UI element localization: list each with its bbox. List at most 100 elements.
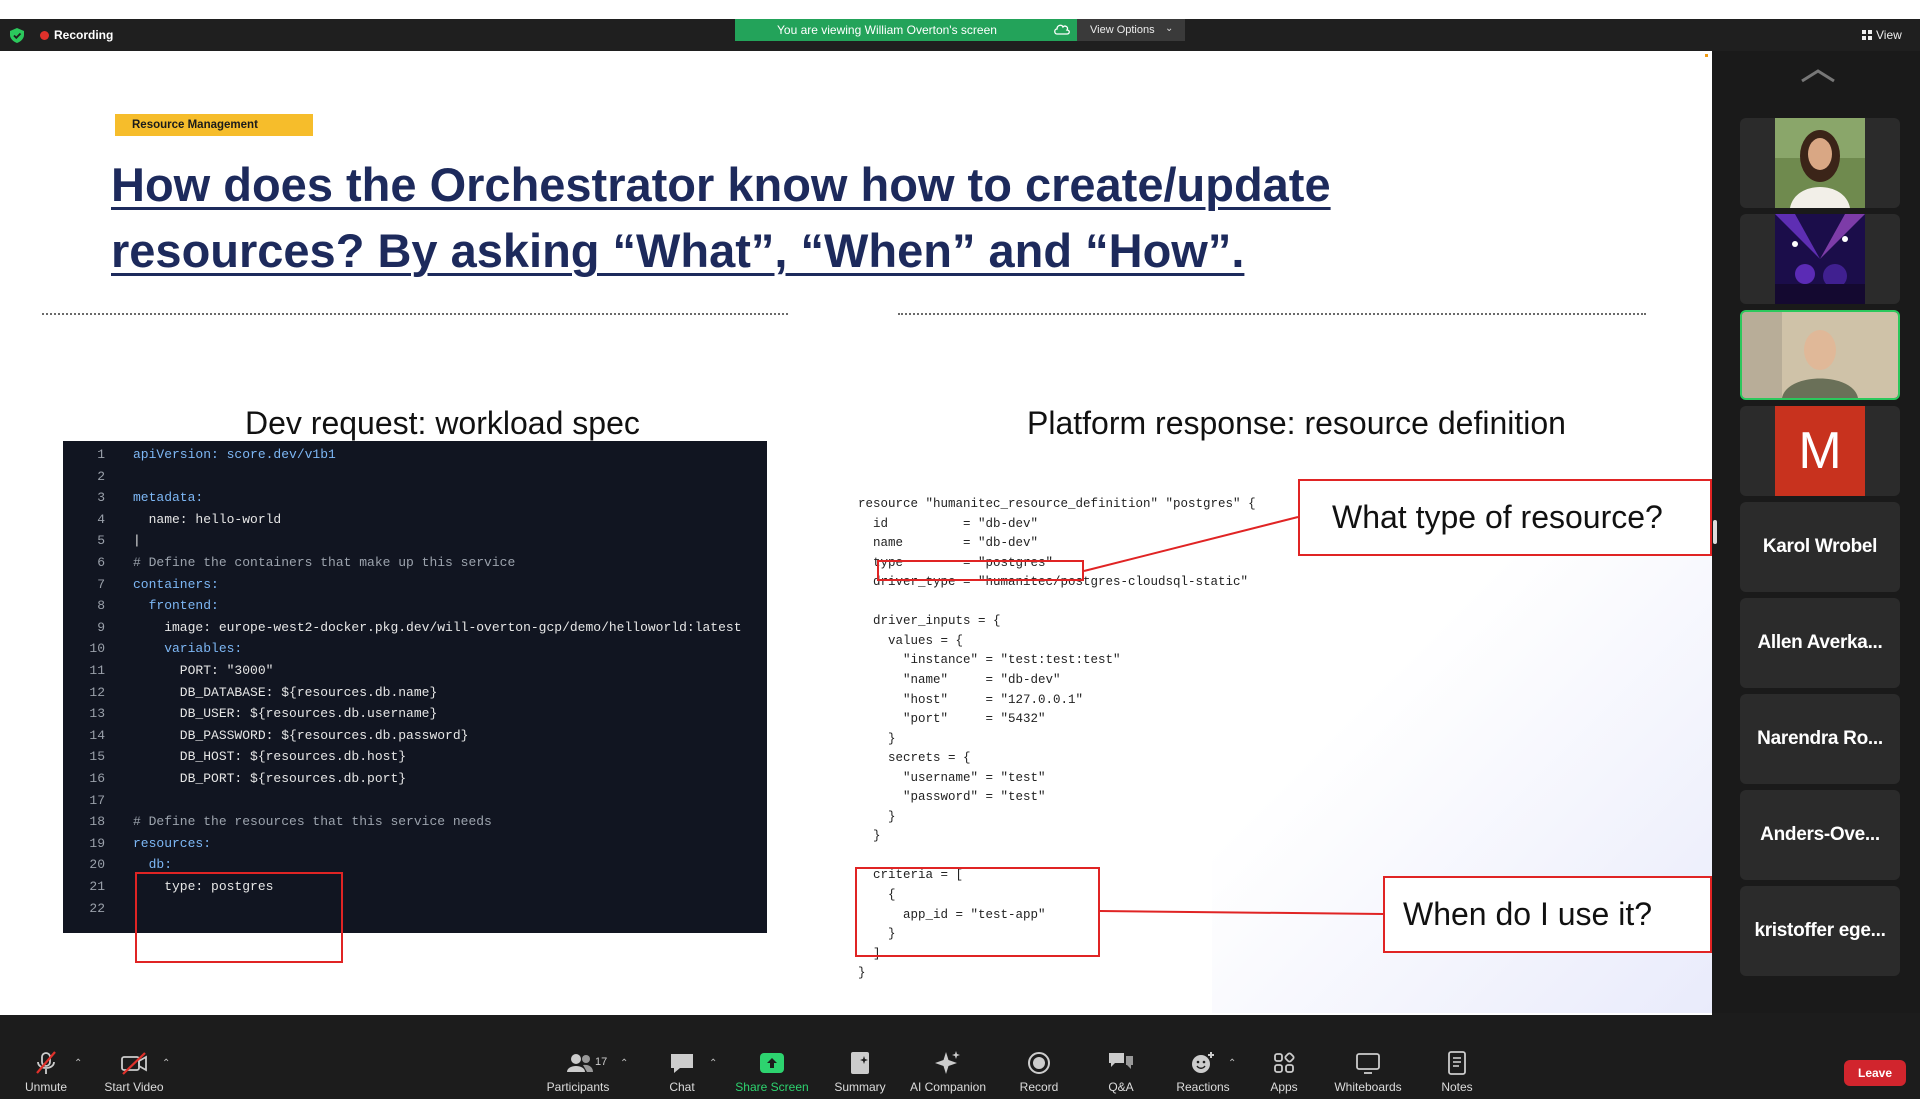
- code-line: 5 |: [63, 530, 767, 552]
- participant-tile-video-2[interactable]: [1740, 214, 1900, 304]
- resource-code-line: "instance" = "test:test:test": [858, 653, 1121, 668]
- criteria-highlight-box: [855, 867, 1100, 957]
- start-video-button[interactable]: Start Video: [79, 1080, 189, 1094]
- resource-code-line: id = "db-dev": [858, 516, 1039, 531]
- panel-resize-handle[interactable]: [1713, 520, 1717, 544]
- reactions-options-caret[interactable]: ⌃: [1228, 1058, 1236, 1069]
- code-text: metadata:: [133, 490, 204, 506]
- recording-label[interactable]: Recording: [54, 28, 113, 42]
- code-text: DB_HOST: ${resources.db.host}: [133, 749, 407, 765]
- security-shield-icon[interactable]: [10, 28, 24, 43]
- dotted-divider-right: [898, 313, 1646, 315]
- ai-companion-sparkle-icon[interactable]: [934, 1050, 962, 1076]
- line-number: 19: [89, 835, 105, 851]
- code-line: 18 # Define the resources that this servi…: [63, 811, 767, 833]
- code-line: 3 metadata:: [63, 487, 767, 509]
- resource-code-line: values = {: [858, 633, 964, 648]
- callout-what-type: What type of resource?: [1298, 479, 1712, 556]
- slide-title: How does the Orchestrator know how to cr…: [111, 158, 1331, 277]
- line-number: 22: [89, 900, 105, 916]
- code-text: PORT: "3000": [133, 663, 274, 678]
- line-number: 11: [89, 663, 105, 678]
- reactions-icon[interactable]: [1189, 1050, 1217, 1076]
- record-icon[interactable]: [1025, 1050, 1053, 1076]
- chevron-down-icon: ⌄: [1165, 23, 1174, 34]
- toolbar-top-edge: [0, 1013, 1712, 1015]
- notes-button[interactable]: Notes: [1402, 1080, 1512, 1094]
- participant-tile-allen[interactable]: Allen Averka...: [1740, 598, 1900, 688]
- line-number: 17: [89, 792, 105, 808]
- chevron-up-icon[interactable]: [1798, 65, 1838, 87]
- code-text: image: europe-west2-docker.pkg.dev/will-…: [133, 619, 742, 635]
- dotted-divider-left: [42, 313, 788, 315]
- code-text: DB_DATABASE: ${resources.db.name}: [133, 684, 438, 700]
- chat-options-caret[interactable]: ⌃: [709, 1058, 717, 1069]
- summary-icon[interactable]: [846, 1050, 874, 1076]
- resource-code-line: "password" = "test": [858, 790, 1046, 805]
- apps-icon[interactable]: [1270, 1050, 1298, 1076]
- code-text: # Define the resources that this service…: [133, 814, 492, 830]
- code-line: 12 DB_DATABASE: ${resources.db.name}: [63, 682, 767, 704]
- line-number: 5: [97, 533, 105, 549]
- heading-platform-response: Platform response: resource definition: [1027, 405, 1566, 441]
- participant-tile-video-active-speaker[interactable]: [1740, 310, 1900, 400]
- resource-code-line: name = "db-dev": [858, 536, 1039, 551]
- line-number: 13: [89, 706, 105, 722]
- callout-when-use: When do I use it?: [1383, 876, 1712, 953]
- unmute-options-caret[interactable]: ⌃: [74, 1058, 82, 1069]
- heading-dev-request: Dev request: workload spec: [245, 405, 640, 441]
- participants-button[interactable]: Participants: [523, 1080, 633, 1094]
- slide-marker: [1705, 54, 1708, 57]
- participant-tile-narendra[interactable]: Narendra Ro...: [1740, 694, 1900, 784]
- video-options-caret[interactable]: ⌃: [162, 1058, 170, 1069]
- chat-icon[interactable]: [668, 1050, 696, 1076]
- participant-tile-video-1[interactable]: [1740, 118, 1900, 208]
- cloud-icon: [1054, 24, 1070, 35]
- line-number: 4: [97, 511, 105, 527]
- notes-icon[interactable]: [1443, 1050, 1471, 1076]
- line-number: 20: [89, 857, 105, 873]
- line-number: 10: [89, 641, 105, 657]
- whiteboards-icon[interactable]: [1354, 1050, 1382, 1076]
- code-text: name: hello-world: [133, 511, 282, 527]
- line-number: 16: [89, 771, 105, 786]
- code-line: 19 resources:: [63, 833, 767, 855]
- code-text: DB_PASSWORD: ${resources.db.password}: [133, 727, 469, 743]
- code-text: resources:: [133, 835, 212, 851]
- resource-code-line: resource "humanitec_resource_definition"…: [858, 497, 1256, 511]
- line-number: 15: [89, 749, 105, 765]
- participants-icon[interactable]: [566, 1050, 594, 1076]
- resource-code-line: driver_inputs = {: [858, 614, 1001, 629]
- microphone-muted-icon[interactable]: [32, 1050, 60, 1076]
- code-text: DB_PORT: ${resources.db.port}: [133, 771, 407, 786]
- participant-tile-anders[interactable]: Anders-Ove...: [1740, 790, 1900, 880]
- code-text: apiVersion: score.dev/v1b1: [133, 447, 336, 462]
- participant-name: kristoffer ege...: [1754, 920, 1886, 941]
- participant-video-woman: [1775, 118, 1865, 208]
- leave-button[interactable]: Leave: [1844, 1060, 1906, 1086]
- qa-icon[interactable]: [1107, 1050, 1135, 1076]
- participant-name: Karol Wrobel: [1762, 536, 1878, 557]
- share-screen-icon[interactable]: [758, 1050, 786, 1076]
- line-number: 18: [89, 814, 105, 830]
- viewing-screen-banner: You are viewing William Overton's screen: [735, 19, 1077, 41]
- participant-video-concert: [1775, 214, 1865, 304]
- video-off-icon[interactable]: [120, 1050, 148, 1076]
- resource-code-line: "username" = "test": [858, 770, 1046, 785]
- resource-code-line: }: [858, 809, 896, 824]
- code-line: 8 frontend:: [63, 595, 767, 617]
- view-button[interactable]: View: [1860, 28, 1902, 42]
- line-number: 8: [97, 598, 105, 614]
- top-white-strip: [0, 0, 1920, 19]
- avatar: M: [1775, 406, 1865, 496]
- line-number: 3: [97, 490, 105, 506]
- code-text: variables:: [133, 641, 243, 657]
- code-line: 7 containers:: [63, 574, 767, 596]
- participant-tile-avatar-m[interactable]: M: [1740, 406, 1900, 496]
- code-line: 17: [63, 790, 767, 812]
- resource-code-line: }: [858, 966, 866, 981]
- participant-tile-kristoffer[interactable]: kristoffer ege...: [1740, 886, 1900, 976]
- participant-tile-karol[interactable]: Karol Wrobel: [1740, 502, 1900, 592]
- line-number: 7: [97, 576, 105, 592]
- participants-options-caret[interactable]: ⌃: [620, 1058, 628, 1069]
